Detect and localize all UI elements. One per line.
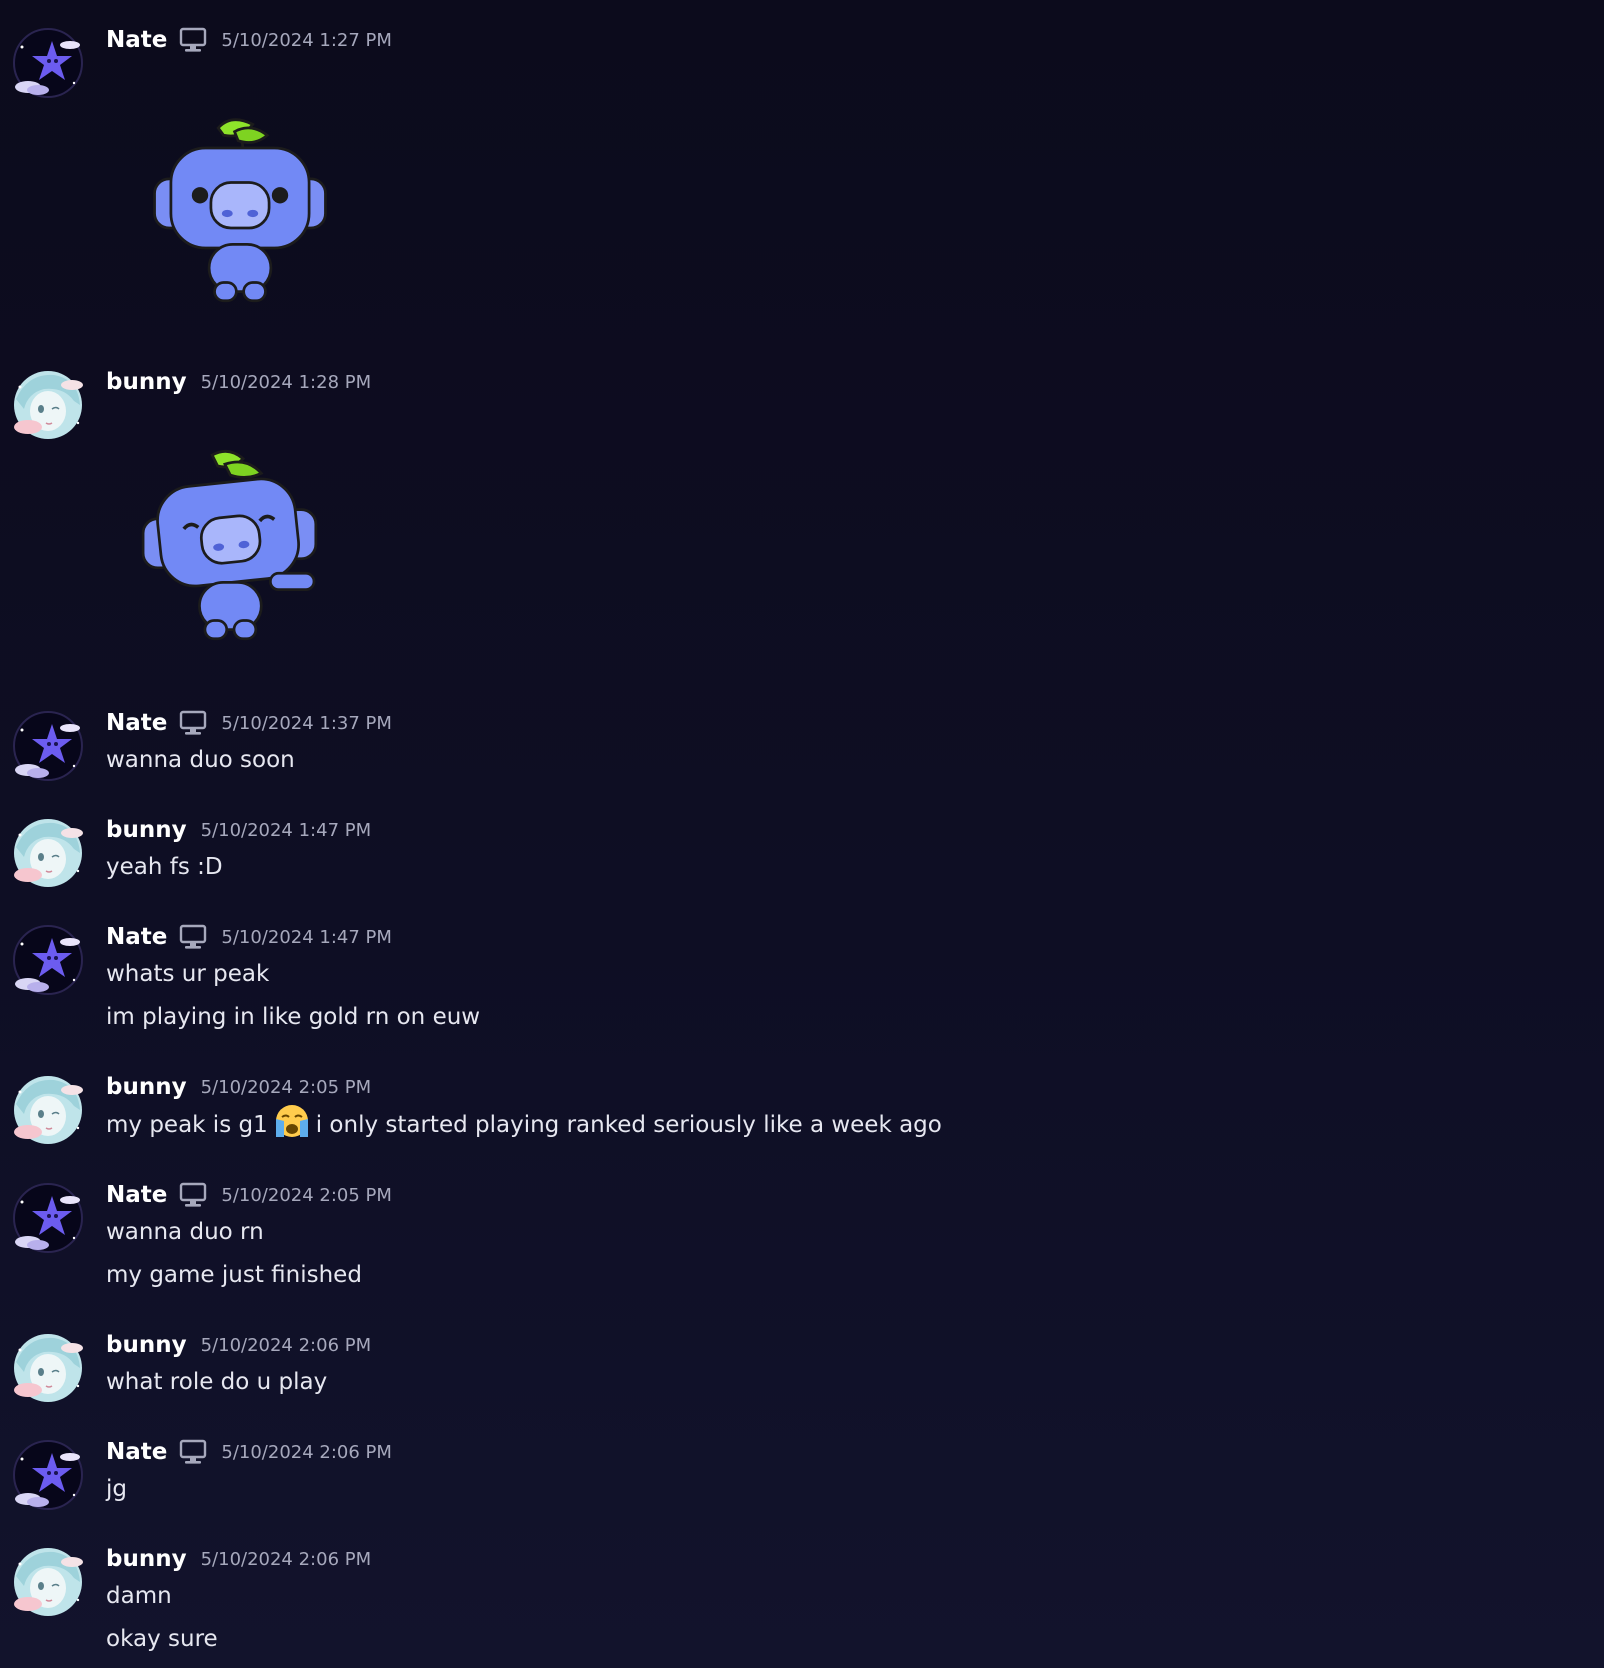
message-text-part: i only started playing ranked seriously … <box>315 1112 942 1138</box>
purple-star-avatar-icon <box>8 23 88 103</box>
purple-star-avatar-icon <box>8 1178 88 1258</box>
desktop-icon <box>179 710 207 736</box>
message-text: wanna duo soon <box>106 747 295 773</box>
username[interactable]: bunny <box>106 369 187 395</box>
bunny-avatar[interactable] <box>12 817 84 889</box>
username[interactable]: Nate <box>106 27 167 53</box>
timestamp[interactable]: 5/10/2024 1:47 PM <box>201 820 372 841</box>
desktop-icon <box>179 1182 207 1208</box>
message-group: bunny 5/10/2024 1:47 PM yeah fs :D <box>0 804 1604 904</box>
message-text: yeah fs :D <box>106 854 223 880</box>
purple-star-avatar-icon <box>8 1435 88 1515</box>
loudly-crying-emoji-icon[interactable] <box>272 1103 312 1139</box>
bunny-avatar[interactable] <box>12 1332 84 1404</box>
message-header: bunny 5/10/2024 2:06 PM <box>106 1541 371 1577</box>
message-group: bunny 5/10/2024 2:06 PM damn okay sure <box>0 1533 1604 1668</box>
nate-avatar[interactable] <box>12 1182 84 1254</box>
timestamp[interactable]: 5/10/2024 2:06 PM <box>201 1335 372 1356</box>
message-content: wanna duo soon <box>106 739 295 782</box>
username[interactable]: bunny <box>106 1546 187 1572</box>
message-group: bunny 5/10/2024 1:28 PM <box>0 356 1604 676</box>
desktop-icon <box>179 1439 207 1465</box>
message-header: bunny 5/10/2024 2:05 PM <box>106 1069 371 1105</box>
message-text-part: my peak is g1 <box>106 1112 268 1138</box>
timestamp[interactable]: 5/10/2024 2:05 PM <box>221 1185 392 1206</box>
nate-avatar[interactable] <box>12 27 84 99</box>
anime-girl-avatar-icon <box>8 1328 88 1408</box>
message-text: my game just finished <box>106 1262 362 1288</box>
username[interactable]: Nate <box>106 710 167 736</box>
username[interactable]: bunny <box>106 817 187 843</box>
anime-girl-avatar-icon <box>8 1542 88 1622</box>
message-header: Nate 5/10/2024 2:06 PM <box>106 1434 392 1470</box>
message-header: Nate 5/10/2024 1:27 PM <box>106 22 392 58</box>
message-text: okay sure <box>106 1626 218 1652</box>
desktop-icon <box>179 27 207 53</box>
username[interactable]: Nate <box>106 1182 167 1208</box>
purple-star-avatar-icon <box>8 706 88 786</box>
message-text: my peak is g1 i only started playing rank… <box>106 1103 942 1147</box>
message-content: damn okay sure <box>106 1575 218 1661</box>
message-group: Nate 5/10/2024 1:37 PM wanna duo soon <box>0 697 1604 797</box>
wumpus-wave-sticker-icon[interactable] <box>140 98 340 318</box>
message-content: what role do u play <box>106 1361 327 1404</box>
message-text: damn <box>106 1583 172 1609</box>
message-text: what role do u play <box>106 1369 328 1395</box>
message-content: jg <box>106 1468 127 1511</box>
nate-avatar[interactable] <box>12 924 84 996</box>
timestamp[interactable]: 5/10/2024 1:47 PM <box>221 927 392 948</box>
message-text: whats ur peak <box>106 961 270 987</box>
message-group: Nate 5/10/2024 2:05 PM wanna duo rn my g… <box>0 1169 1604 1309</box>
message-header: bunny 5/10/2024 1:28 PM <box>106 364 371 400</box>
wumpus-wave-sticker-icon[interactable] <box>134 436 334 656</box>
message-content: yeah fs :D <box>106 846 223 889</box>
message-header: Nate 5/10/2024 1:37 PM <box>106 705 392 741</box>
message-group: Nate 5/10/2024 1:47 PM whats ur peak im … <box>0 911 1604 1051</box>
message-group: bunny 5/10/2024 2:06 PM what role do u p… <box>0 1319 1604 1419</box>
username[interactable]: bunny <box>106 1074 187 1100</box>
timestamp[interactable]: 5/10/2024 1:27 PM <box>221 30 392 51</box>
username[interactable]: Nate <box>106 924 167 950</box>
message-header: bunny 5/10/2024 2:06 PM <box>106 1327 371 1363</box>
message-group: bunny 5/10/2024 2:05 PM my peak is g1 i o… <box>0 1061 1604 1161</box>
message-header: Nate 5/10/2024 1:47 PM <box>106 919 392 955</box>
chat-log: Nate 5/10/2024 1:27 PM bunny 5/10/2024 1… <box>0 0 1604 1668</box>
bunny-avatar[interactable] <box>12 1074 84 1146</box>
desktop-icon <box>179 924 207 950</box>
message-text: wanna duo rn <box>106 1219 264 1245</box>
message-content: whats ur peak im playing in like gold rn… <box>106 953 480 1039</box>
timestamp[interactable]: 5/10/2024 1:37 PM <box>221 713 392 734</box>
message-header: Nate 5/10/2024 2:05 PM <box>106 1177 392 1213</box>
message-text: im playing in like gold rn on euw <box>106 1004 481 1030</box>
bunny-avatar[interactable] <box>12 369 84 441</box>
timestamp[interactable]: 5/10/2024 2:06 PM <box>221 1442 392 1463</box>
timestamp[interactable]: 5/10/2024 2:06 PM <box>201 1549 372 1570</box>
nate-avatar[interactable] <box>12 710 84 782</box>
message-content: my peak is g1 i only started playing rank… <box>106 1103 942 1147</box>
anime-girl-avatar-icon <box>8 813 88 893</box>
username[interactable]: bunny <box>106 1332 187 1358</box>
message-content: wanna duo rn my game just finished <box>106 1211 362 1297</box>
timestamp[interactable]: 5/10/2024 1:28 PM <box>201 372 372 393</box>
message-header: bunny 5/10/2024 1:47 PM <box>106 812 371 848</box>
purple-star-avatar-icon <box>8 920 88 1000</box>
nate-avatar[interactable] <box>12 1439 84 1511</box>
message-text: jg <box>106 1476 127 1502</box>
message-group: Nate 5/10/2024 1:27 PM <box>0 14 1604 334</box>
timestamp[interactable]: 5/10/2024 2:05 PM <box>201 1077 372 1098</box>
anime-girl-avatar-icon <box>8 365 88 445</box>
username[interactable]: Nate <box>106 1439 167 1465</box>
message-group: Nate 5/10/2024 2:06 PM jg <box>0 1426 1604 1526</box>
anime-girl-avatar-icon <box>8 1070 88 1150</box>
bunny-avatar[interactable] <box>12 1546 84 1618</box>
